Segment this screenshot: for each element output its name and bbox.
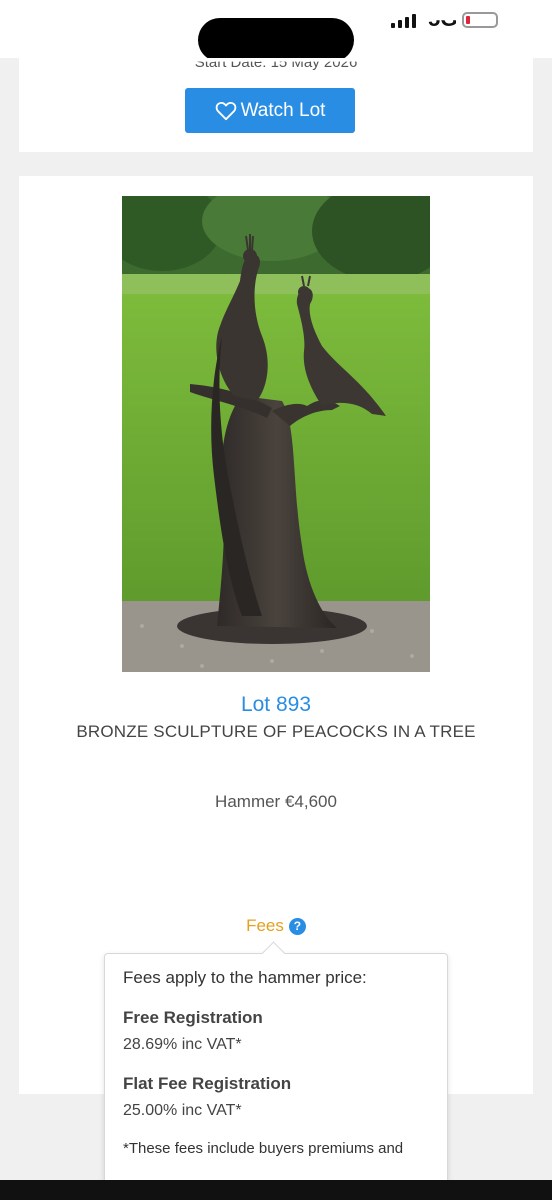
help-icon[interactable]: ? <box>288 917 306 935</box>
fees-link[interactable]: Fees ? <box>19 916 533 936</box>
watch-lot-label: Watch Lot <box>240 99 326 121</box>
lot-image[interactable] <box>122 196 430 672</box>
fee-option-value: 28.69% inc VAT* <box>123 1036 242 1053</box>
bottom-bar <box>0 1180 552 1200</box>
network-type: 5G <box>428 6 458 31</box>
status-bar: 22:46 5G <box>0 0 552 62</box>
signal-icon <box>391 14 416 28</box>
fees-intro: Fees apply to the hammer price: <box>123 968 367 987</box>
watch-lot-button[interactable]: Watch Lot <box>185 88 355 133</box>
status-time: 22:46 <box>74 23 140 34</box>
lot-number[interactable]: Lot 893 <box>19 693 533 717</box>
fee-option-name: Free Registration <box>123 1008 263 1027</box>
fees-popover: Fees apply to the hammer price: Free Reg… <box>104 953 448 1200</box>
lot-header-card: Start Date: 15 May 2026 Watch Lot <box>19 58 533 152</box>
hammer-price: Hammer €4,600 <box>215 792 337 811</box>
fees-label: Fees <box>246 916 284 935</box>
heart-icon <box>215 101 236 120</box>
fees-note: *These fees include buyers premiums and <box>123 1140 404 1157</box>
fee-option-name: Flat Fee Registration <box>123 1074 292 1093</box>
fee-option-value: 25.00% inc VAT* <box>123 1102 242 1119</box>
battery-icon <box>462 12 498 28</box>
camera-notch <box>198 18 354 62</box>
lot-title: BRONZE SCULPTURE OF PEACOCKS IN A TREE <box>76 722 476 741</box>
